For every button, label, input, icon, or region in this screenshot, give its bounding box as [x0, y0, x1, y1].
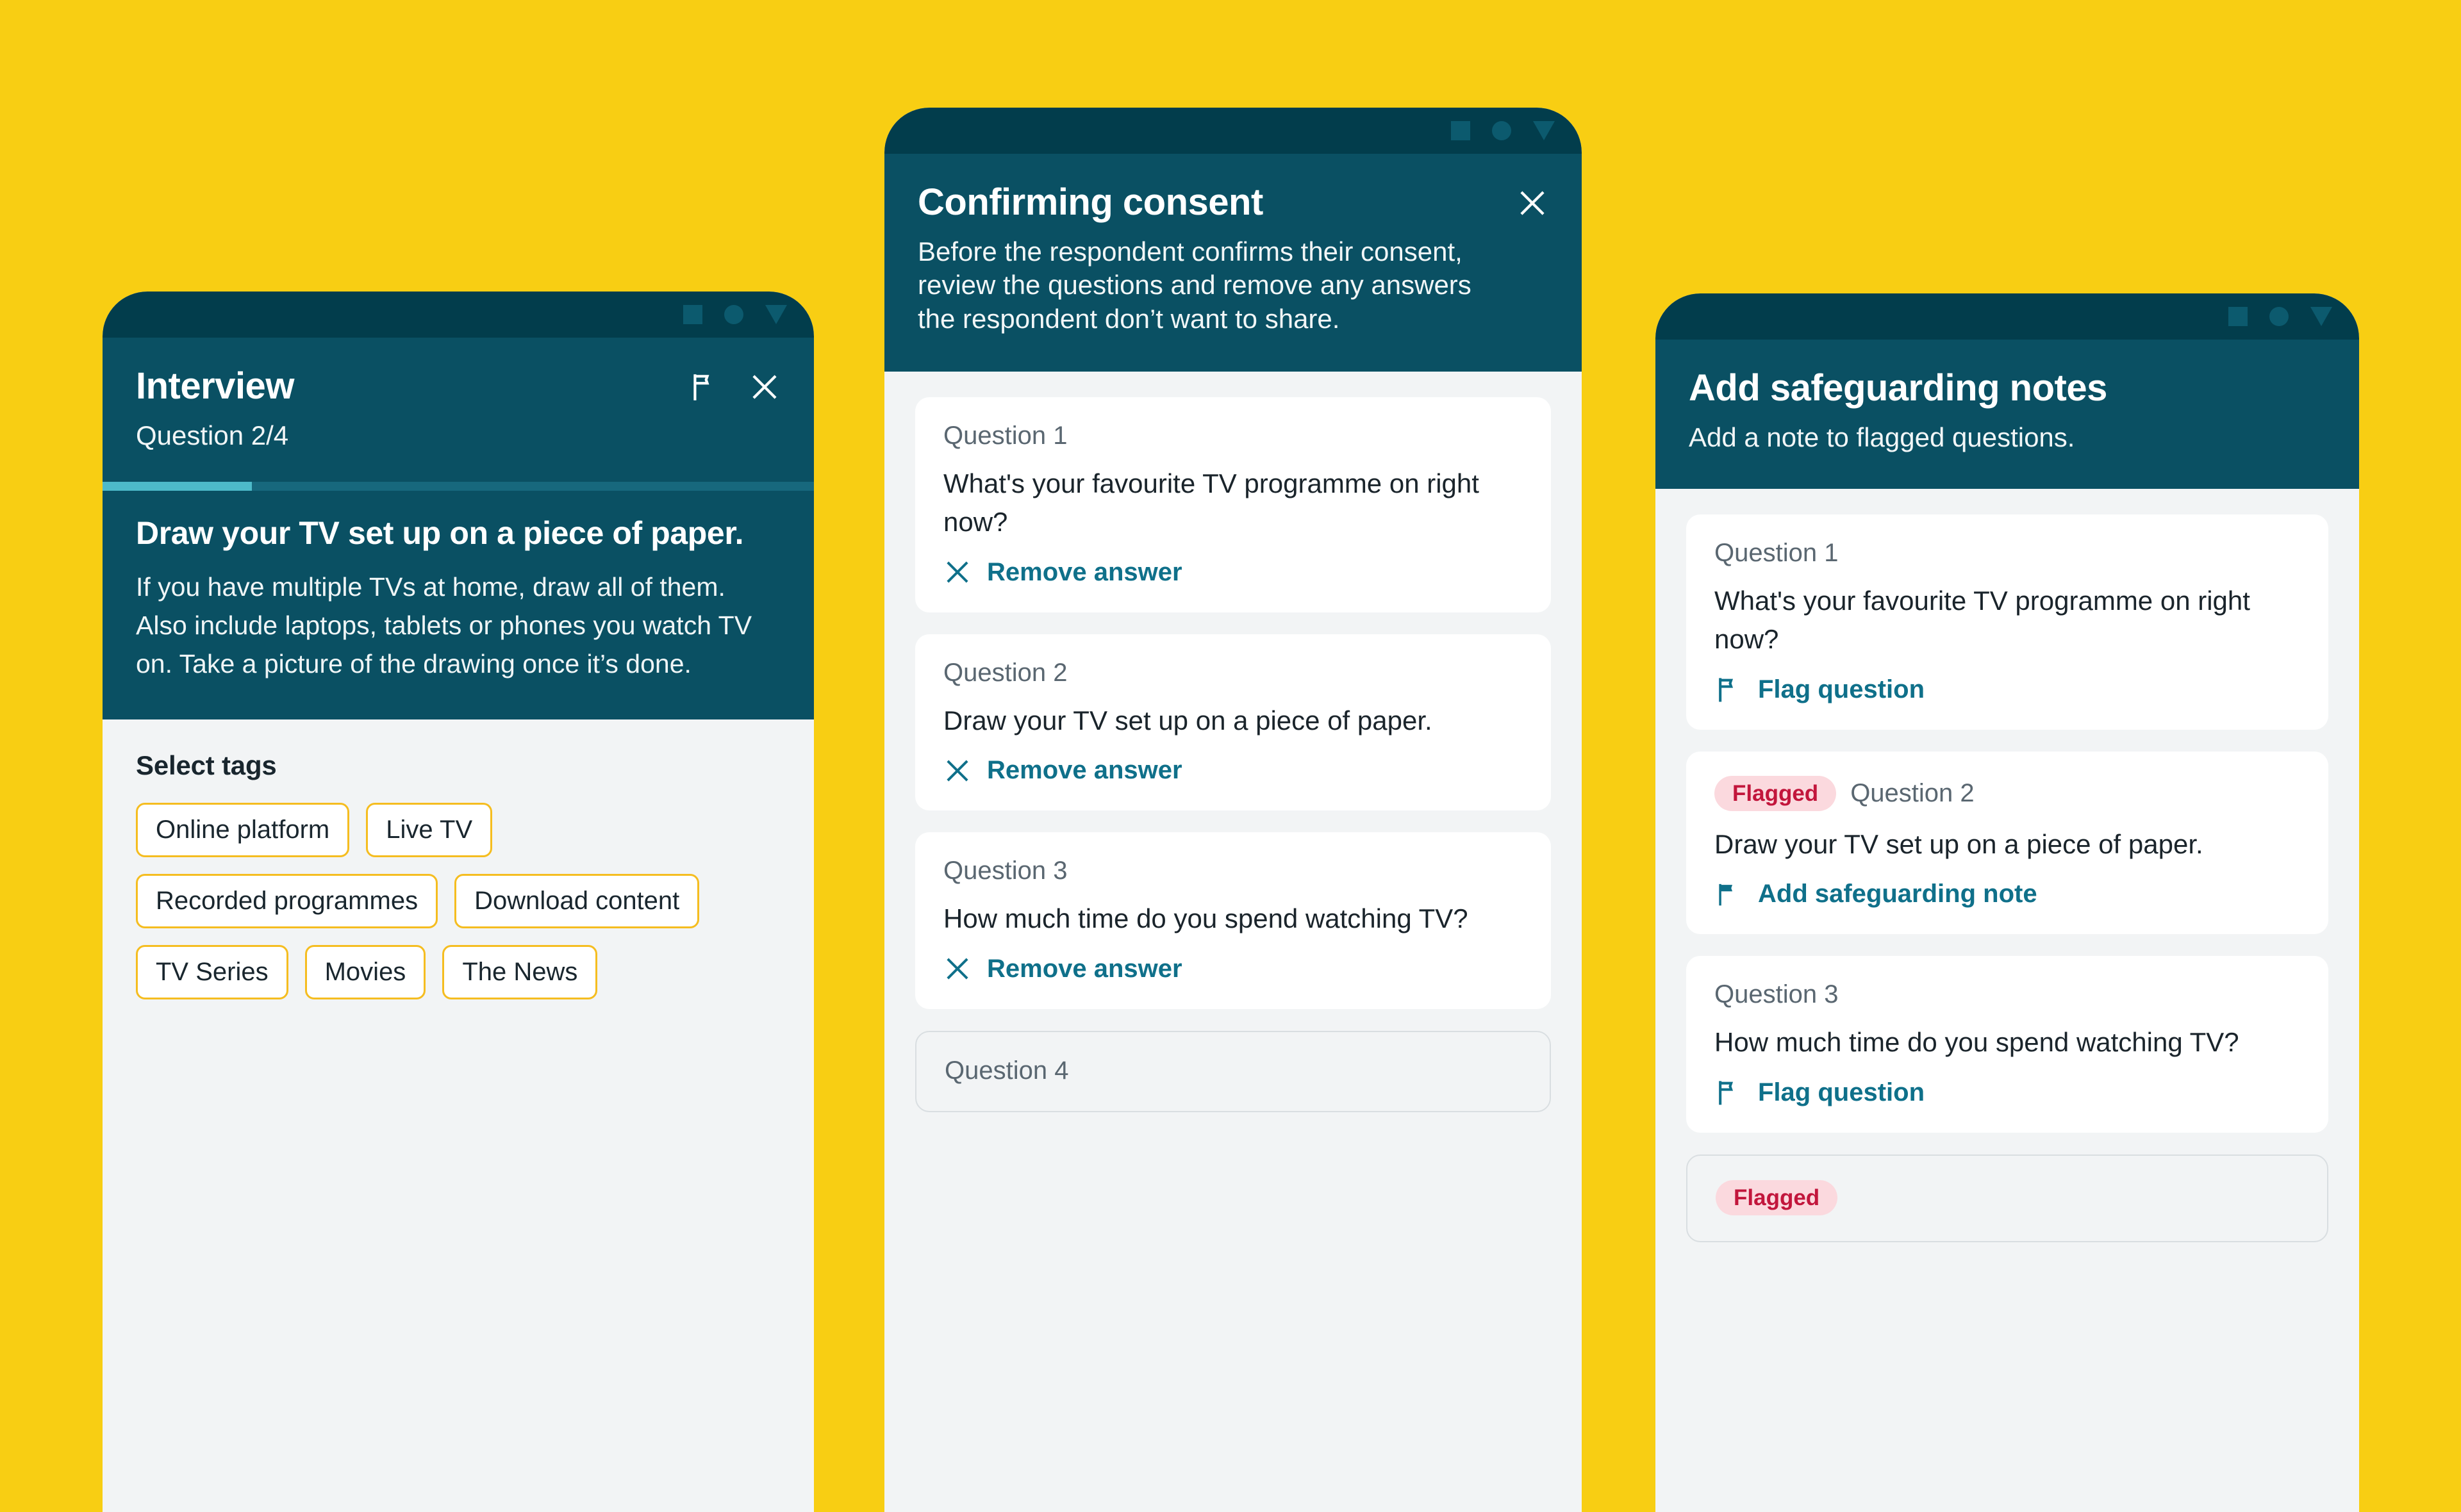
question-action-label: Remove answer: [987, 557, 1182, 586]
question-action-button[interactable]: Remove answer: [943, 558, 1523, 587]
question-counter: Question 2/4: [136, 420, 289, 450]
flag-filled-icon: [1719, 883, 1733, 906]
question-card: Flagged Question 2 Draw your TV set up on …: [1686, 751, 2328, 935]
close-icon: [947, 958, 968, 980]
tag-list: Online platform Live TV Recorded programme…: [136, 803, 781, 1000]
status-circle-icon: [2269, 307, 2289, 326]
question-text: Draw your TV set up on a piece of paper.: [1714, 828, 2203, 859]
question-card: Question 2 Draw your TV set up on a piece…: [915, 634, 1551, 811]
question-action-button[interactable]: Add safeguarding note: [1714, 880, 2300, 908]
status-bar: [103, 292, 814, 338]
question-prompt-body: If you have multiple TVs at home, draw a…: [136, 572, 752, 679]
question-card: Question 3 How much time do you spend wat…: [915, 832, 1551, 1009]
tag-chip[interactable]: Movies: [304, 945, 426, 1000]
question-action-label: Flag question: [1758, 1078, 1925, 1106]
question-number-label: Question 3: [1714, 980, 1839, 1009]
question-action-button[interactable]: Remove answer: [943, 756, 1523, 785]
question-text: What's your favourite TV programme on ri…: [1714, 586, 2250, 655]
status-triangle-icon: [765, 305, 787, 324]
page-subtitle: Add a note to flagged questions.: [1689, 422, 2075, 452]
question-card-meta: Question 2: [943, 659, 1523, 687]
page-subtitle: Before the respondent confirms their con…: [918, 236, 1471, 334]
tag-chip[interactable]: Download content: [454, 874, 700, 929]
question-text: How much time do you spend watching TV?: [943, 903, 1468, 934]
safeguarding-question-list: Question 1 What's your favourite TV progr…: [1655, 489, 2359, 1242]
tag-chip[interactable]: Online platform: [136, 803, 350, 858]
phone-screen-safeguarding: Add safeguarding notes Add a note to fla…: [1655, 293, 2359, 1512]
question-card-meta: Question 3: [943, 857, 1523, 885]
progress-bar: [103, 482, 814, 491]
question-number-label: Question 4: [945, 1056, 1069, 1085]
page-title: Interview: [136, 365, 294, 407]
flag-outline-icon: [1719, 678, 1734, 702]
close-icon[interactable]: [749, 371, 781, 403]
question-action-label: Add safeguarding note: [1758, 880, 2037, 908]
question-card-meta: Question 4: [945, 1056, 1521, 1085]
question-card: Question 1 What's your favourite TV progr…: [915, 397, 1551, 612]
close-icon: [947, 760, 968, 782]
question-text: What's your favourite TV programme on ri…: [943, 468, 1479, 538]
status-circle-icon: [1492, 121, 1511, 140]
page-title: Add safeguarding notes: [1689, 367, 2107, 409]
header-actions: [688, 366, 781, 403]
page-title: Confirming consent: [918, 181, 1263, 223]
question-card: Question 1 What's your favourite TV progr…: [1686, 514, 2328, 730]
status-bar: [1655, 293, 2359, 340]
question-card: Question 4: [915, 1030, 1551, 1112]
question-card-meta: Question 1: [1714, 539, 2300, 568]
question-card-meta: Question 3: [1714, 980, 2300, 1009]
interview-question-block: Draw your TV set up on a piece of paper.…: [103, 491, 814, 720]
tag-chip[interactable]: Live TV: [366, 803, 493, 858]
consent-question-list: Question 1 What's your favourite TV progr…: [884, 372, 1582, 1112]
question-action-button[interactable]: Flag question: [1714, 675, 2300, 704]
phone-screen-interview: Interview Question 2/4 Draw your TV set …: [103, 292, 814, 1512]
question-number-label: Question 1: [1714, 539, 1839, 568]
question-text: How much time do you spend watching TV?: [1714, 1027, 2239, 1058]
close-icon[interactable]: [1516, 187, 1548, 219]
phone-screen-consent: Confirming consent Before the respondent…: [884, 108, 1582, 1512]
status-bar: [884, 108, 1582, 154]
question-action-label: Remove answer: [987, 954, 1182, 983]
question-action-button[interactable]: Remove answer: [943, 955, 1523, 983]
tag-chip[interactable]: Recorded programmes: [136, 874, 438, 929]
question-card-meta: Question 1: [943, 422, 1523, 450]
question-action-label: Flag question: [1758, 675, 1925, 703]
status-circle-icon: [724, 305, 743, 324]
question-action-label: Remove answer: [987, 756, 1182, 785]
question-card: Flagged: [1686, 1154, 2328, 1242]
question-number-label: Question 2: [1850, 778, 1975, 807]
question-number-label: Question 1: [943, 422, 1068, 450]
status-square-icon: [2228, 307, 2248, 326]
close-icon: [947, 561, 968, 583]
select-tags-label: Select tags: [136, 750, 277, 781]
status-badge: Flagged: [1716, 1179, 1838, 1215]
question-card-meta: Flagged: [1716, 1179, 2299, 1215]
status-square-icon: [683, 305, 702, 324]
status-square-icon: [1451, 121, 1470, 140]
question-card: Question 3 How much time do you spend wat…: [1686, 956, 2328, 1133]
status-badge: Flagged: [1714, 775, 1837, 811]
tag-chip[interactable]: TV Series: [136, 945, 288, 1000]
header-actions: [1516, 182, 1548, 219]
question-card-meta: Flagged Question 2: [1714, 775, 2300, 811]
question-number-label: Question 3: [943, 857, 1068, 885]
question-text: Draw your TV set up on a piece of paper.: [943, 705, 1432, 735]
interview-header: Interview Question 2/4: [103, 338, 814, 482]
question-number-label: Question 2: [943, 658, 1068, 687]
flag-outline-icon[interactable]: [688, 371, 720, 403]
question-action-button[interactable]: Flag question: [1714, 1078, 2300, 1107]
consent-header: Confirming consent Before the respondent…: [884, 154, 1582, 372]
status-triangle-icon: [1533, 121, 1555, 140]
flag-outline-icon: [1719, 1081, 1734, 1105]
interview-content: Select tags Online platform Live TV Record…: [103, 719, 814, 1000]
status-triangle-icon: [2310, 307, 2332, 326]
tag-chip[interactable]: The News: [442, 945, 598, 1000]
progress-bar-fill: [103, 482, 253, 491]
question-prompt-title: Draw your TV set up on a piece of paper.: [136, 515, 744, 552]
safeguarding-header: Add safeguarding notes Add a note to fla…: [1655, 340, 2359, 489]
